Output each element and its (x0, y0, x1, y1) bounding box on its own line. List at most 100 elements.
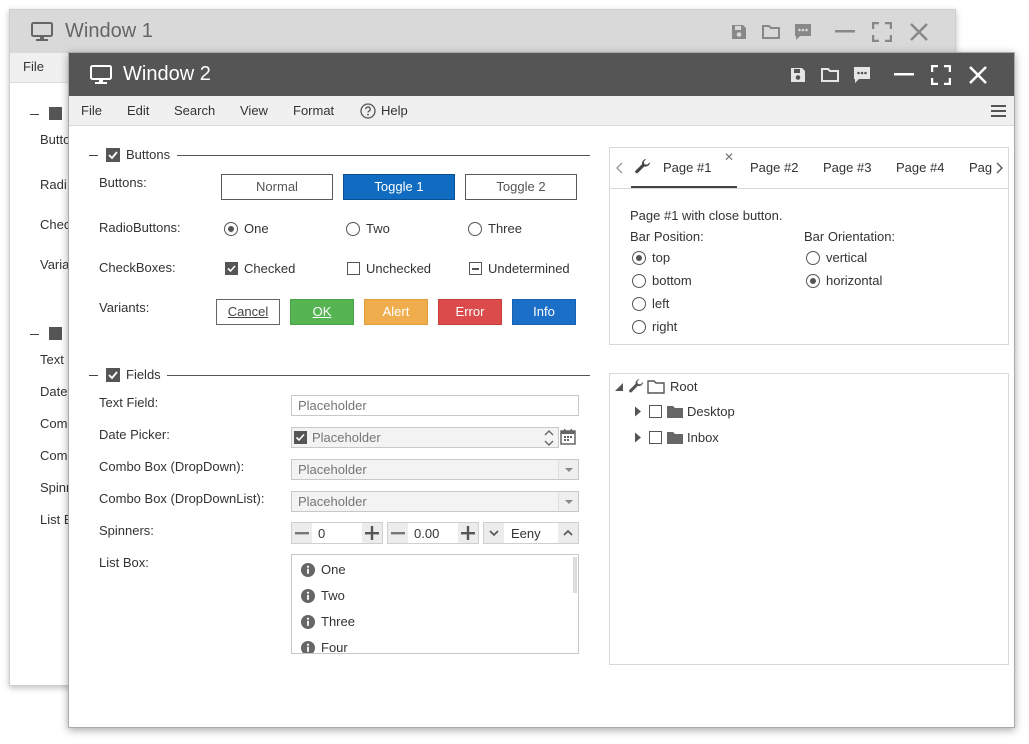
chevron-up-icon[interactable] (558, 523, 578, 543)
error-button[interactable]: Error (438, 299, 502, 325)
cancel-button[interactable]: Cancel (216, 299, 280, 325)
close-icon[interactable] (909, 22, 929, 42)
list-box[interactable]: One Two Three Four (291, 554, 579, 654)
bar-orientation-label: Bar Orientation: (804, 229, 896, 244)
expanded-arrow-icon[interactable] (614, 382, 624, 392)
chevron-right-icon[interactable] (995, 162, 1003, 174)
tree-label: Desktop (687, 404, 735, 419)
collapsed-arrow-icon[interactable] (634, 406, 642, 417)
folder-icon[interactable] (761, 23, 781, 41)
w1-label: Butto (40, 132, 71, 147)
tab-page-2[interactable]: Page #2 (750, 160, 798, 175)
wrench-icon (634, 158, 652, 176)
chevron-down-icon[interactable] (558, 492, 578, 511)
checkbox-icon[interactable] (49, 327, 62, 340)
info-icon (301, 589, 315, 603)
tab-panel: Page #1 ✕ Page #2 Page #3 Page #4 Pag Pa… (609, 147, 1009, 345)
combo-dropdown[interactable] (291, 459, 579, 480)
fields-section-title: Fields (126, 367, 161, 382)
w1-label: Varia (40, 257, 70, 272)
checkbox-icon[interactable] (49, 107, 62, 120)
folder-icon[interactable] (820, 66, 840, 84)
window-2-menubar: File Edit Search View Format Help (69, 96, 1014, 126)
tab-page-5[interactable]: Pag (969, 160, 995, 175)
menu-search[interactable]: Search (174, 103, 215, 118)
toggle-1-button[interactable]: Toggle 1 (343, 174, 455, 200)
tab-content-text: Page #1 with close button. (630, 208, 783, 223)
plus-icon[interactable] (458, 523, 478, 543)
buttons-section-checkbox[interactable] (106, 148, 120, 162)
window-2-titlebar[interactable]: Window 2 (69, 53, 1014, 96)
date-picker-label: Date Picker: (99, 427, 170, 442)
chevron-down-icon[interactable] (558, 460, 578, 479)
tab-page-3[interactable]: Page #3 (823, 160, 871, 175)
tree-checkbox[interactable] (649, 431, 662, 444)
close-icon[interactable] (968, 65, 988, 85)
date-stepper-icon[interactable] (544, 429, 554, 447)
folder-icon (666, 430, 684, 445)
text-field-label: Text Field: (99, 395, 159, 410)
combo-dropdownlist[interactable] (291, 491, 579, 512)
buttons-section-title: Buttons (126, 147, 171, 162)
save-icon[interactable] (730, 23, 748, 41)
fields-section-header: Fields (89, 367, 590, 383)
comment-icon[interactable] (793, 22, 813, 42)
tree-label: Inbox (687, 430, 719, 445)
menu-file[interactable]: File (81, 103, 102, 118)
menu-help[interactable]: Help (381, 103, 408, 118)
list-box-label: List Box: (99, 555, 149, 570)
comment-icon[interactable] (852, 65, 872, 85)
radiobuttons-label: RadioButtons: (99, 220, 181, 235)
decimal-spinner[interactable]: 0.00 (387, 522, 479, 544)
window-1-title: Window 1 (65, 20, 153, 42)
minimize-icon[interactable] (894, 73, 914, 77)
date-picker-field[interactable] (291, 427, 559, 448)
maximize-icon[interactable] (931, 65, 951, 85)
tree-label: Root (670, 379, 698, 394)
minus-icon[interactable] (292, 523, 312, 543)
monitor-icon (30, 21, 54, 43)
chevron-left-icon[interactable] (616, 162, 624, 174)
menu-format[interactable]: Format (293, 103, 334, 118)
save-icon[interactable] (789, 66, 807, 84)
tab-close-icon[interactable]: ✕ (724, 150, 734, 164)
menu-edit[interactable]: Edit (127, 103, 149, 118)
tab-page-1[interactable]: Page #1 (663, 160, 711, 175)
tab-page-4[interactable]: Page #4 (896, 160, 944, 175)
minus-icon[interactable] (388, 523, 408, 543)
menu-view[interactable]: View (240, 103, 268, 118)
window-1-titlebar[interactable]: Window 1 (10, 10, 955, 53)
maximize-icon[interactable] (872, 22, 892, 42)
chevron-down-icon[interactable] (484, 523, 504, 543)
checkboxes-label: CheckBoxes: (99, 260, 176, 275)
tree-node-desktop[interactable]: Desktop (634, 403, 834, 421)
integer-spinner[interactable]: 0 (291, 522, 383, 544)
variants-label: Variants: (99, 300, 150, 315)
tree-node-root[interactable]: Root (614, 378, 814, 396)
date-enable-checkbox[interactable] (294, 431, 307, 444)
minimize-icon[interactable] (835, 30, 855, 34)
toggle-2-button[interactable]: Toggle 2 (465, 174, 577, 200)
help-icon[interactable] (360, 103, 376, 119)
text-field[interactable] (291, 395, 579, 416)
plus-icon[interactable] (362, 523, 382, 543)
list-scrollbar[interactable] (573, 557, 577, 593)
w1-label: Chec (40, 217, 71, 232)
tree-node-inbox[interactable]: Inbox (634, 429, 834, 447)
normal-button[interactable]: Normal (221, 174, 333, 200)
ok-button[interactable]: OK (290, 299, 354, 325)
tree-checkbox[interactable] (649, 405, 662, 418)
buttons-section-header: Buttons (89, 147, 590, 163)
bar-position-label: Bar Position: (630, 229, 704, 244)
list-spinner[interactable]: Eeny (483, 522, 579, 544)
hamburger-menu-icon[interactable] (991, 105, 1006, 117)
alert-button[interactable]: Alert (364, 299, 428, 325)
collapsed-arrow-icon[interactable] (634, 432, 642, 443)
w1-label: Radi (40, 177, 67, 192)
fields-section-checkbox[interactable] (106, 368, 120, 382)
info-button[interactable]: Info (512, 299, 576, 325)
menu-file[interactable]: File (23, 59, 44, 74)
info-icon (301, 641, 315, 653)
calendar-icon[interactable] (560, 428, 576, 446)
monitor-icon (89, 64, 113, 86)
